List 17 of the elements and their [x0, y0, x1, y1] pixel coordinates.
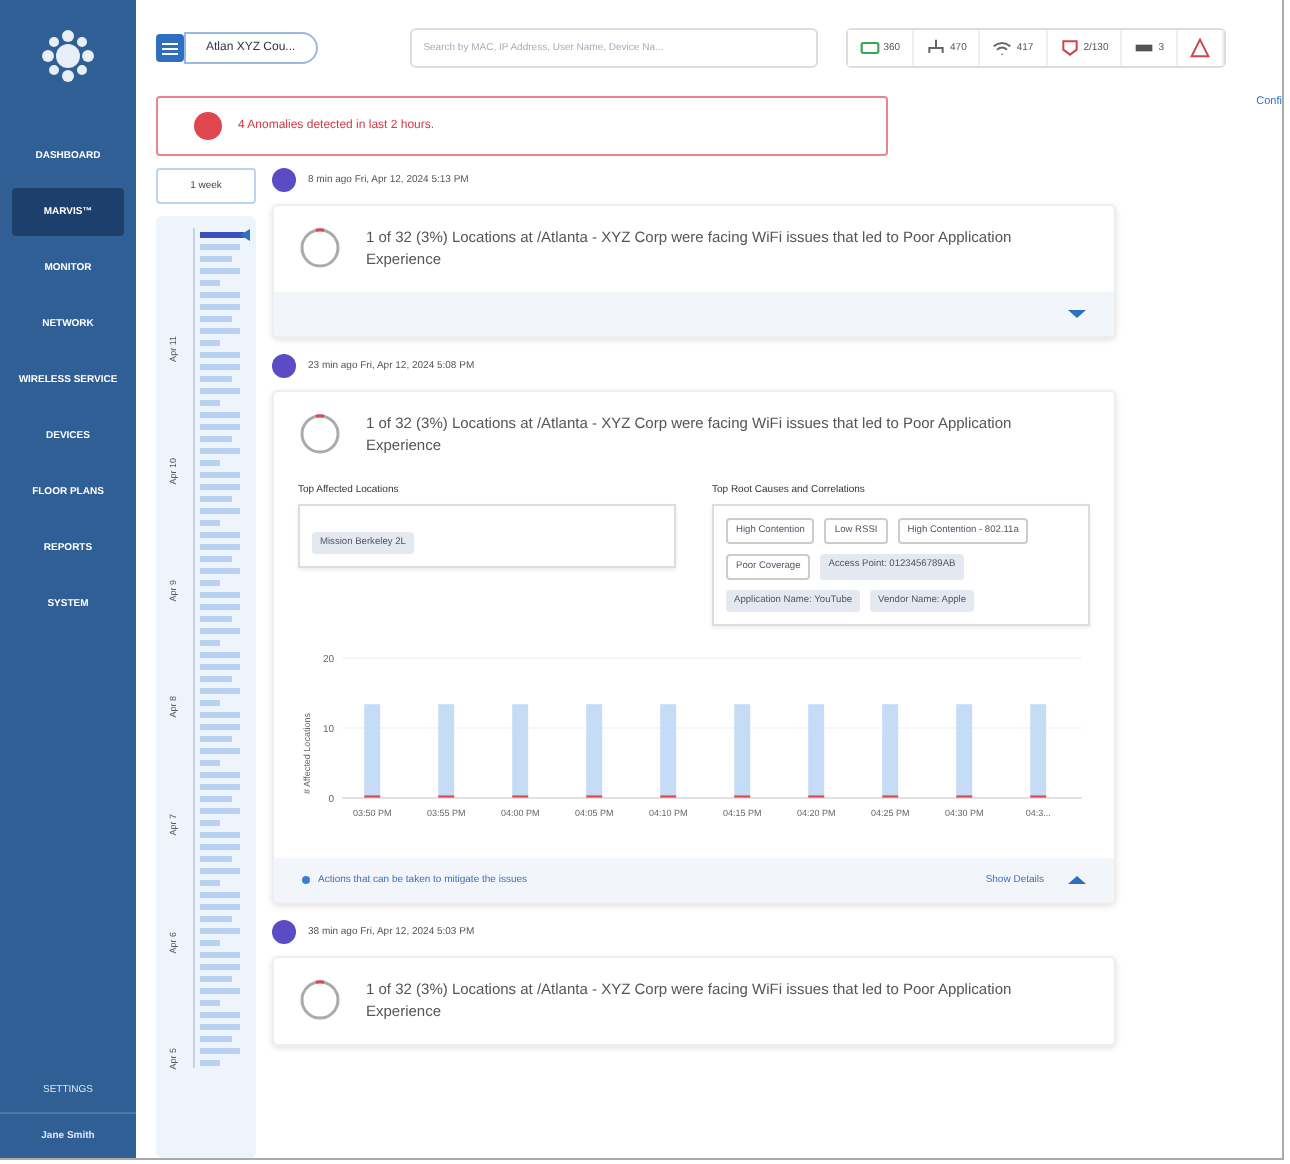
- warning-icon: [1190, 38, 1211, 58]
- menu-icon: [162, 41, 178, 55]
- display-icon: [859, 38, 880, 58]
- shield-icon: [1059, 38, 1080, 58]
- event-marker-icon: [272, 353, 296, 377]
- alert-icon: [194, 112, 222, 140]
- progress-ring-icon: [298, 226, 342, 271]
- wifi-icon: [992, 38, 1013, 58]
- event-marker-icon: [272, 920, 296, 944]
- collapse-icon[interactable]: [1068, 874, 1086, 886]
- progress-ring-icon: [298, 978, 342, 1023]
- event-marker-icon: [272, 168, 296, 192]
- logo-icon: [40, 28, 96, 84]
- network-icon: [926, 38, 947, 58]
- expand-icon[interactable]: [1068, 307, 1086, 319]
- progress-ring-icon: [298, 411, 342, 456]
- menu-button[interactable]: [156, 34, 184, 62]
